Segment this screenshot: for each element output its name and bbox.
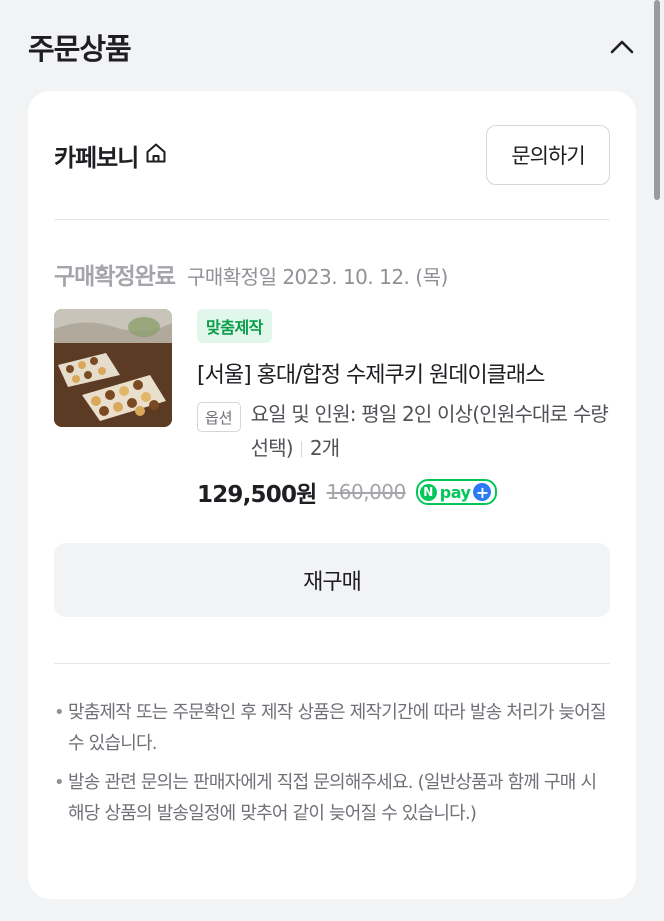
- product-info: 맞춤제작 [서울] 홍대/합정 수제쿠키 원데이클래스 옵션 요일 및 인원: …: [197, 309, 617, 509]
- quantity: 2개: [309, 436, 340, 460]
- npay-n-icon: N: [419, 483, 437, 501]
- seller-link[interactable]: 카페보니: [54, 138, 168, 173]
- order-card: 카페보니 문의하기 구매확정완료 구매확정일 2023. 10. 12. (목): [28, 91, 636, 899]
- scrollbar[interactable]: [654, 0, 660, 200]
- price-row: 129,500원 160,000 N pay +: [197, 475, 617, 509]
- notice-text: 발송 관련 문의는 판매자에게 직접 문의해주세요. (일반상품과 함께 구매 …: [68, 772, 597, 824]
- notice-item: • 발송 관련 문의는 판매자에게 직접 문의해주세요. (일반상품과 함께 구…: [54, 767, 614, 829]
- section-header: 주문상품: [28, 24, 636, 70]
- order-status-row: 구매확정완료 구매확정일 2023. 10. 12. (목): [54, 257, 448, 291]
- order-status: 구매확정완료: [54, 264, 176, 290]
- option-tag: 옵션: [197, 402, 241, 432]
- seller-row: 카페보니 문의하기: [54, 125, 610, 185]
- section-title: 주문상품: [28, 32, 132, 66]
- notice-text: 맞춤제작 또는 주문확인 후 제작 상품은 제작기간에 따라 발송 처리가 늦어…: [68, 702, 607, 754]
- notice-list: • 맞춤제작 또는 주문확인 후 제작 상품은 제작기간에 따라 발송 처리가 …: [54, 697, 614, 837]
- plus-icon: +: [473, 483, 492, 502]
- product-name[interactable]: [서울] 홍대/합정 수제쿠키 원데이클래스: [197, 357, 612, 389]
- bullet-icon: •: [54, 772, 65, 793]
- option-text: 요일 및 인원: 평일 2인 이상(인원수대로 수량 선택) 2개: [251, 397, 617, 465]
- purchase-confirm-date: 구매확정일 2023. 10. 12. (목): [186, 265, 448, 289]
- chevron-up-icon[interactable]: [608, 33, 636, 61]
- price-original: 160,000: [326, 480, 407, 504]
- option-value: 요일 및 인원: 평일 2인 이상(인원수대로 수량 선택): [250, 402, 609, 460]
- inquiry-button[interactable]: 문의하기: [486, 125, 610, 185]
- rebuy-button[interactable]: 재구매: [54, 543, 610, 617]
- npay-plus-logo: N pay +: [415, 479, 498, 505]
- price-current: 129,500원: [197, 482, 317, 508]
- bullet-icon: •: [54, 702, 65, 723]
- npay-text: pay: [439, 482, 471, 502]
- custom-made-badge: 맞춤제작: [197, 309, 272, 343]
- separator: [300, 441, 302, 457]
- seller-name: 카페보니: [54, 143, 139, 172]
- divider: [54, 219, 610, 220]
- home-icon: [144, 141, 168, 169]
- notice-item: • 맞춤제작 또는 주문확인 후 제작 상품은 제작기간에 따라 발송 처리가 …: [54, 697, 614, 759]
- product-thumbnail[interactable]: [54, 309, 172, 427]
- divider: [54, 663, 610, 664]
- option-row: 옵션 요일 및 인원: 평일 2인 이상(인원수대로 수량 선택) 2개: [197, 401, 617, 465]
